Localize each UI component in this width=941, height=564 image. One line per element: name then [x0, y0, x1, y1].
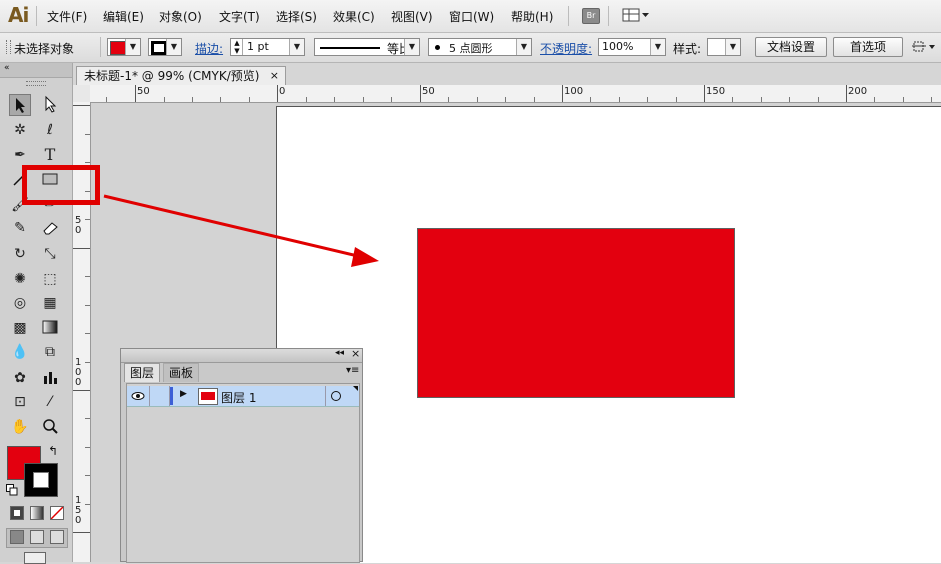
annotation-arrow: [103, 194, 379, 267]
